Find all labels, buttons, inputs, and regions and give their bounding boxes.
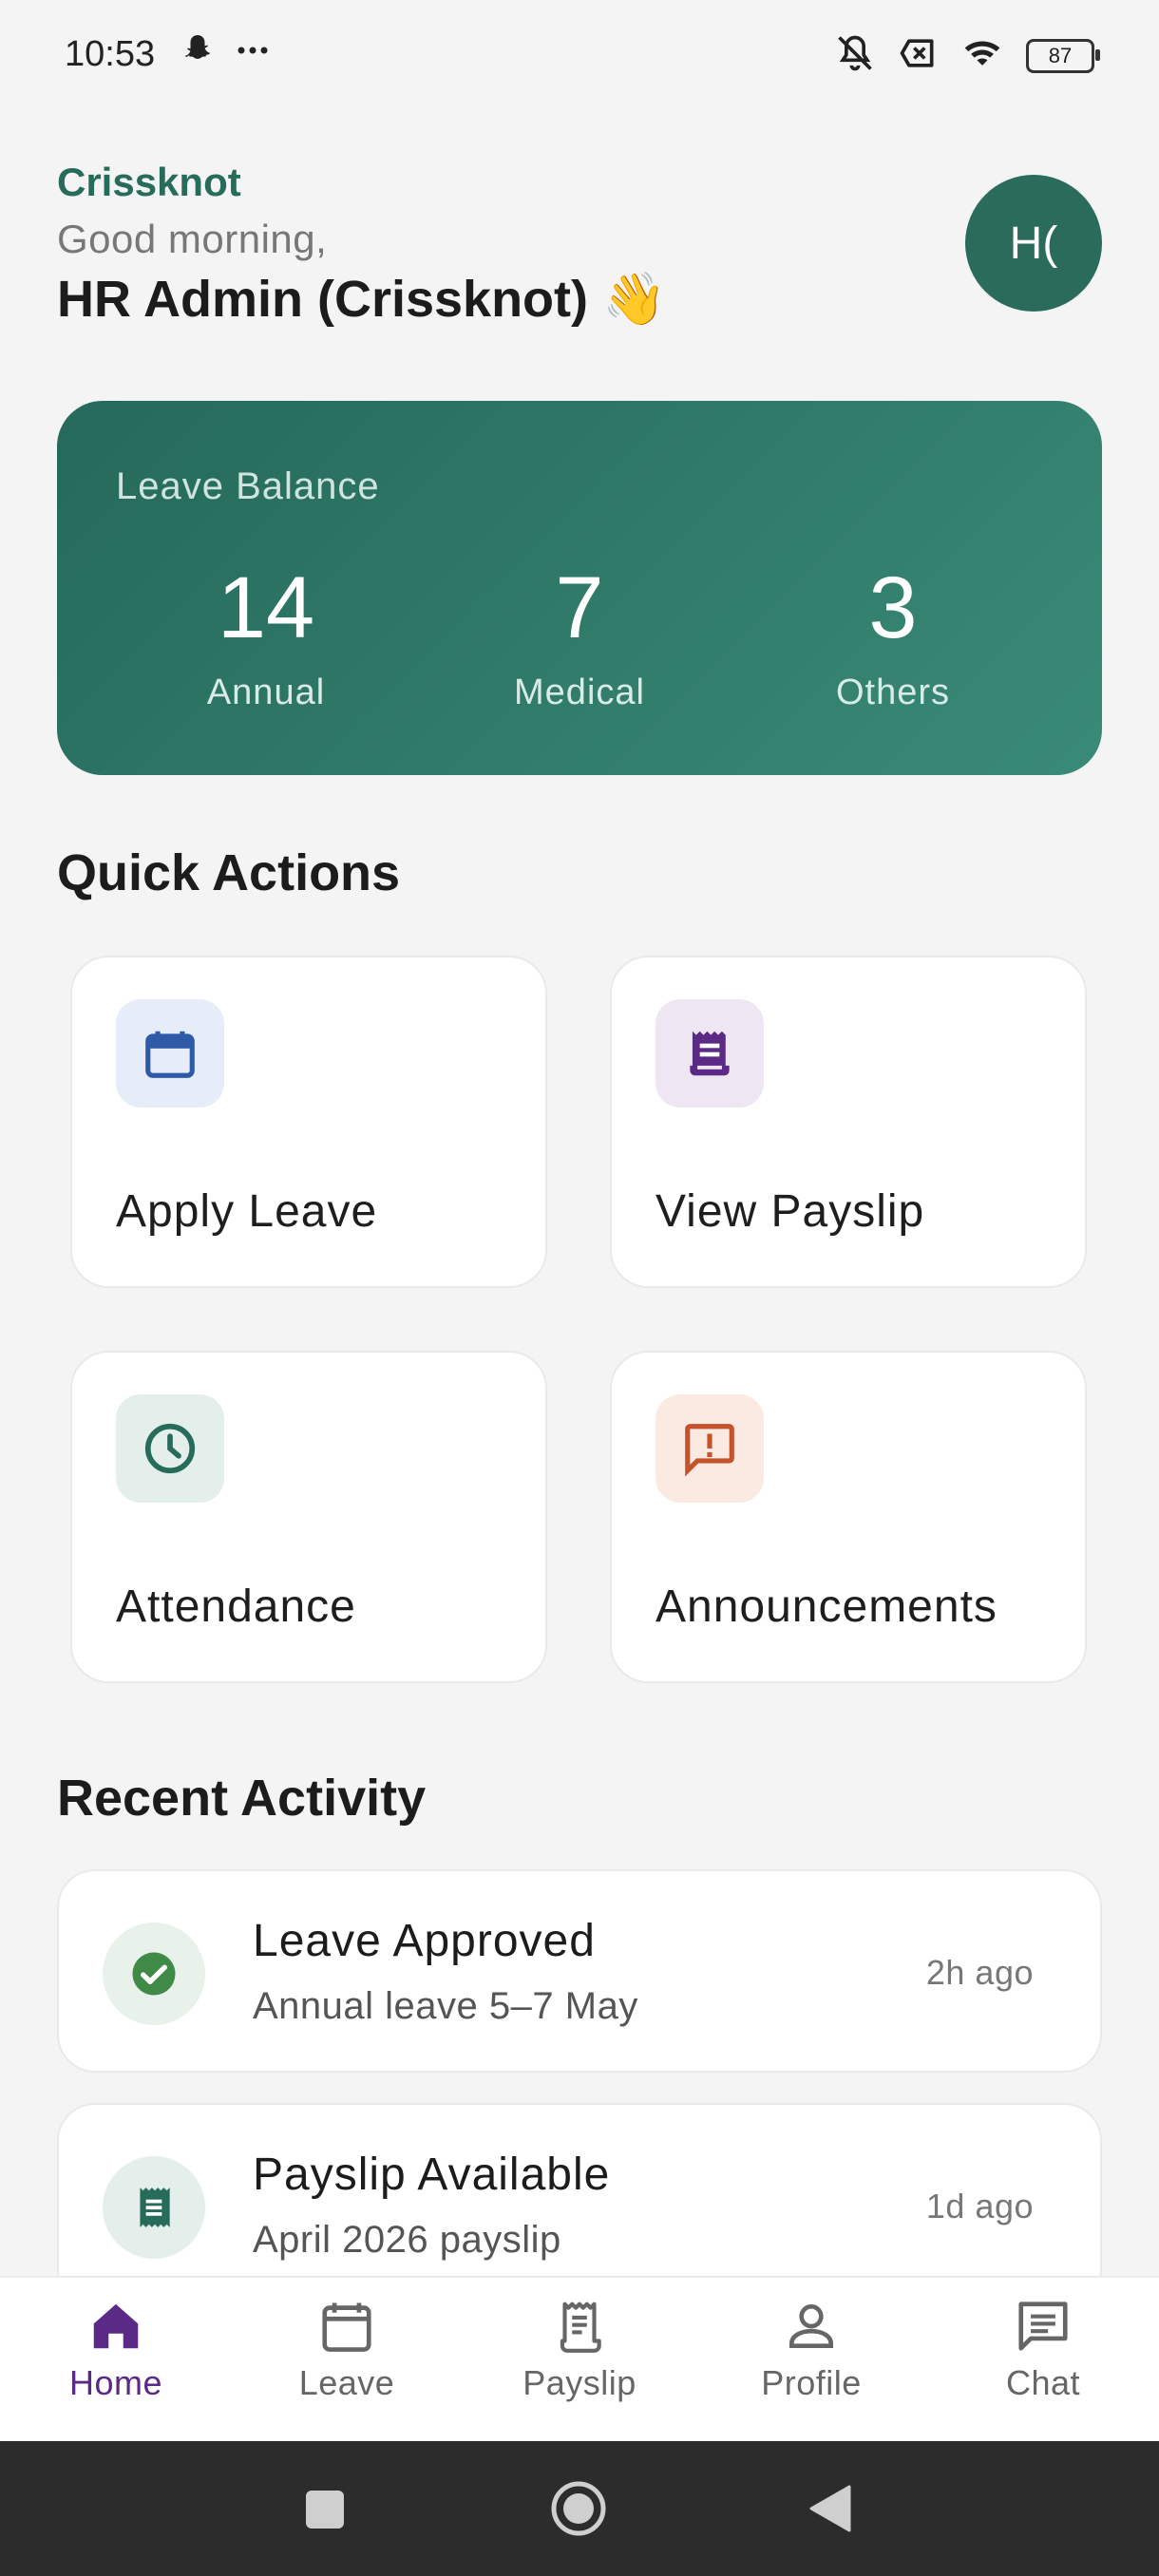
check-circle-icon	[103, 1923, 205, 2025]
announcements-button[interactable]: Announcements	[610, 1351, 1087, 1683]
leave-balance-card[interactable]: Leave Balance 14 Annual 7 Medical 3 Othe…	[57, 401, 1102, 775]
user-name: HR Admin (Crissknot) 👋	[57, 271, 667, 328]
quick-actions-title: Quick Actions	[57, 844, 401, 901]
circle-home-icon	[551, 2481, 606, 2536]
no-sim-icon	[897, 32, 939, 79]
person-icon	[789, 2304, 833, 2348]
receipt-icon	[656, 999, 764, 1108]
activity-subtitle: April 2026 payslip	[253, 2219, 561, 2261]
nav-payslip[interactable]: Payslip	[484, 2297, 674, 2403]
chat-icon	[1018, 2301, 1068, 2351]
calendar-icon	[116, 999, 224, 1108]
brand-name: Crissknot	[57, 160, 241, 204]
square-icon	[306, 2491, 344, 2529]
announcement-icon	[656, 1394, 764, 1503]
nav-profile[interactable]: Profile	[716, 2297, 906, 2403]
nav-label: Profile	[761, 2363, 862, 2402]
leave-balance-medical: 7 Medical	[456, 564, 703, 713]
battery-icon: 87	[1026, 38, 1100, 73]
activity-time: 1d ago	[925, 2187, 1034, 2226]
activity-title: Payslip Available	[253, 2150, 611, 2200]
nav-label: Chat	[1005, 2363, 1081, 2402]
view-payslip-button[interactable]: View Payslip	[610, 956, 1087, 1288]
tile-label: View Payslip	[656, 1186, 925, 1237]
tile-label: Attendance	[116, 1582, 356, 1632]
status-bar: 10:53 87	[0, 0, 1159, 114]
nav-label: Payslip	[522, 2363, 636, 2402]
recents-button[interactable]	[304, 2489, 346, 2535]
leave-balance-label: Others	[835, 672, 951, 712]
receipt-icon	[103, 2156, 205, 2259]
avatar[interactable]: H(	[965, 175, 1102, 312]
home-system-button[interactable]	[549, 2479, 608, 2543]
tile-label: Announcements	[656, 1582, 998, 1632]
nav-label: Leave	[298, 2363, 395, 2402]
leave-balance-value: 7	[555, 559, 604, 656]
nav-leave[interactable]: Leave	[252, 2297, 442, 2403]
back-button[interactable]	[808, 2485, 851, 2537]
system-nav-bar	[0, 2441, 1159, 2576]
calendar-icon	[322, 2302, 371, 2352]
receipt-icon	[560, 2301, 601, 2353]
nav-chat[interactable]: Chat	[948, 2297, 1138, 2403]
leave-balance-annual: 14 Annual	[142, 564, 390, 713]
recent-activity-title: Recent Activity	[57, 1770, 427, 1827]
nav-label: Home	[68, 2363, 163, 2402]
bell-off-icon	[834, 32, 876, 79]
leave-balance-others: 3 Others	[770, 564, 1016, 713]
status-notification-icons	[180, 32, 270, 71]
greeting-text: Good morning,	[57, 217, 328, 261]
activity-subtitle: Annual leave 5–7 May	[253, 1985, 638, 2027]
home-icon	[93, 2303, 139, 2349]
leave-balance-value: 3	[868, 559, 918, 656]
leave-balance-value: 14	[217, 559, 315, 656]
nav-home[interactable]: Home	[21, 2297, 211, 2403]
back-triangle-icon	[809, 2485, 851, 2532]
status-time: 10:53	[65, 34, 156, 74]
apply-leave-button[interactable]: Apply Leave	[70, 956, 547, 1288]
clock-icon	[116, 1394, 224, 1503]
wifi-icon	[960, 32, 1005, 79]
attendance-button[interactable]: Attendance	[70, 1351, 547, 1683]
activity-title: Leave Approved	[253, 1916, 596, 1966]
activity-time: 2h ago	[925, 1953, 1034, 1992]
leave-balance-title: Leave Balance	[116, 465, 380, 507]
leave-balance-label: Annual	[206, 672, 326, 712]
leave-balance-label: Medical	[514, 672, 645, 712]
status-system-icons: 87	[834, 32, 1100, 79]
bottom-nav: Home Leave Payslip Profile Chat	[0, 2276, 1159, 2443]
activity-item[interactable]: Leave Approved Annual leave 5–7 May 2h a…	[57, 1869, 1102, 2073]
tile-label: Apply Leave	[116, 1186, 378, 1237]
snapchat-icon	[180, 32, 215, 71]
more-dots-icon	[236, 44, 270, 61]
